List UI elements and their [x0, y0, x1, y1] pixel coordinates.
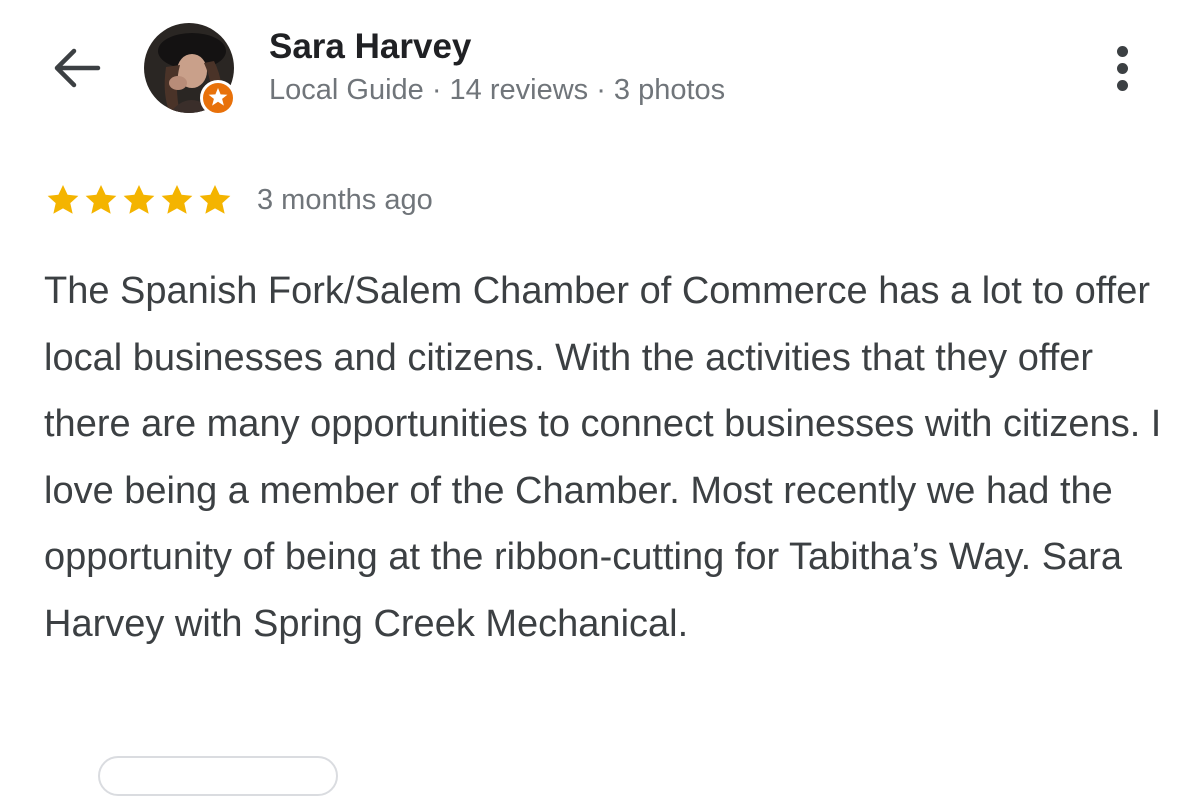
- review-text: The Spanish Fork/Salem Chamber of Commer…: [44, 270, 1162, 645]
- back-button[interactable]: [44, 40, 108, 96]
- reviewer-meta: Local Guide · 14 reviews · 3 photos: [269, 74, 726, 106]
- avatar[interactable]: [144, 23, 236, 116]
- star-rating: [44, 181, 234, 219]
- more-options-button[interactable]: [1100, 40, 1144, 96]
- reviewer-name[interactable]: Sara Harvey: [269, 27, 471, 67]
- star-icon: [161, 184, 193, 214]
- more-vertical-icon: [1116, 45, 1128, 57]
- star-icon: [47, 184, 79, 214]
- star-icon: [123, 184, 155, 214]
- action-chip[interactable]: [98, 756, 338, 796]
- arrow-back-icon: [54, 48, 101, 88]
- review-date: 3 months ago: [257, 184, 433, 216]
- star-icon: [199, 184, 231, 214]
- star-icon: [85, 184, 117, 214]
- local-guide-badge-icon: [200, 80, 236, 116]
